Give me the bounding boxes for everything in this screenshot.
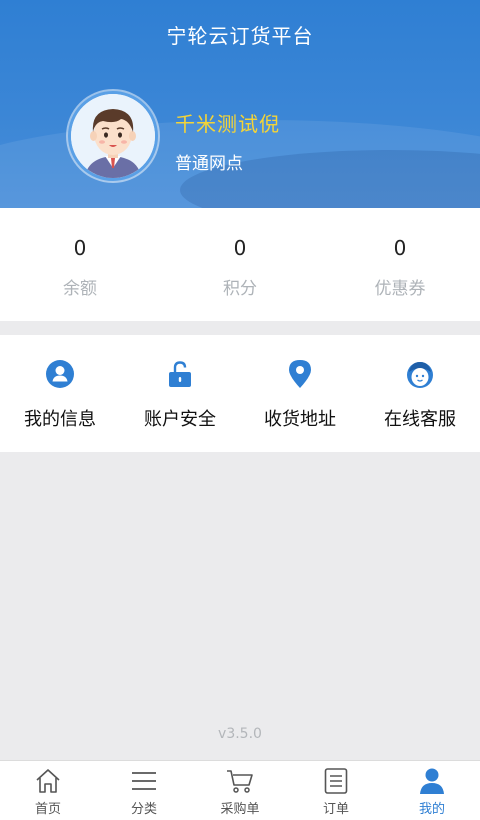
tab-label: 我的	[418, 802, 445, 817]
tab-label: 订单	[322, 802, 349, 817]
menu-label: 我的信息	[24, 409, 96, 430]
location-pin-icon	[289, 360, 311, 388]
stat-coupons[interactable]: 0 优惠券	[320, 208, 480, 321]
avatar[interactable]	[68, 91, 158, 181]
quick-menu: 我的信息 账户安全 收货地址 在线客服	[0, 335, 480, 452]
user-name: 千米测试倪	[175, 112, 280, 136]
menu-account-security[interactable]: 账户安全	[120, 335, 240, 452]
order-document-icon	[324, 768, 348, 794]
cart-icon	[227, 770, 253, 793]
person-icon	[420, 768, 444, 794]
stat-label: 余额	[63, 279, 97, 299]
stat-label: 优惠券	[374, 279, 426, 299]
tab-purchase-list[interactable]: 采购单	[192, 761, 288, 820]
stat-value: 0	[393, 236, 407, 260]
tab-label: 首页	[34, 802, 61, 817]
tab-orders[interactable]: 订单	[288, 761, 384, 820]
menu-label: 收货地址	[264, 409, 336, 430]
menu-online-service[interactable]: 在线客服	[360, 335, 480, 452]
tab-label: 分类	[130, 802, 157, 817]
customer-service-icon	[407, 362, 433, 388]
tab-mine[interactable]: 我的	[384, 761, 480, 820]
stat-value: 0	[233, 236, 247, 260]
stat-value: 0	[73, 236, 87, 260]
list-icon	[132, 772, 156, 790]
stat-balance[interactable]: 0 余额	[0, 208, 160, 321]
home-icon	[36, 769, 60, 793]
bottom-tab-bar: 首页 分类 采购单 订单 我的	[0, 760, 480, 820]
user-circle-icon	[46, 360, 74, 388]
tab-label: 采购单	[220, 802, 260, 817]
unlock-icon	[169, 361, 191, 387]
account-stats: 0 余额 0 积分 0 优惠券	[0, 208, 480, 321]
app-title: 宁轮云订货平台	[166, 24, 314, 48]
stat-points[interactable]: 0 积分	[160, 208, 320, 321]
profile-header: 宁轮云订货平台 千米测试倪 普通网点	[0, 0, 480, 208]
user-type: 普通网点	[175, 154, 243, 174]
stat-label: 积分	[223, 279, 257, 299]
menu-label: 账户安全	[144, 409, 216, 430]
menu-shipping-address[interactable]: 收货地址	[240, 335, 360, 452]
tab-home[interactable]: 首页	[0, 761, 96, 820]
menu-label: 在线客服	[384, 409, 456, 430]
tab-category[interactable]: 分类	[96, 761, 192, 820]
avatar-image	[71, 94, 155, 178]
menu-my-info[interactable]: 我的信息	[0, 335, 120, 452]
app-version: v3.5.0	[218, 726, 262, 742]
